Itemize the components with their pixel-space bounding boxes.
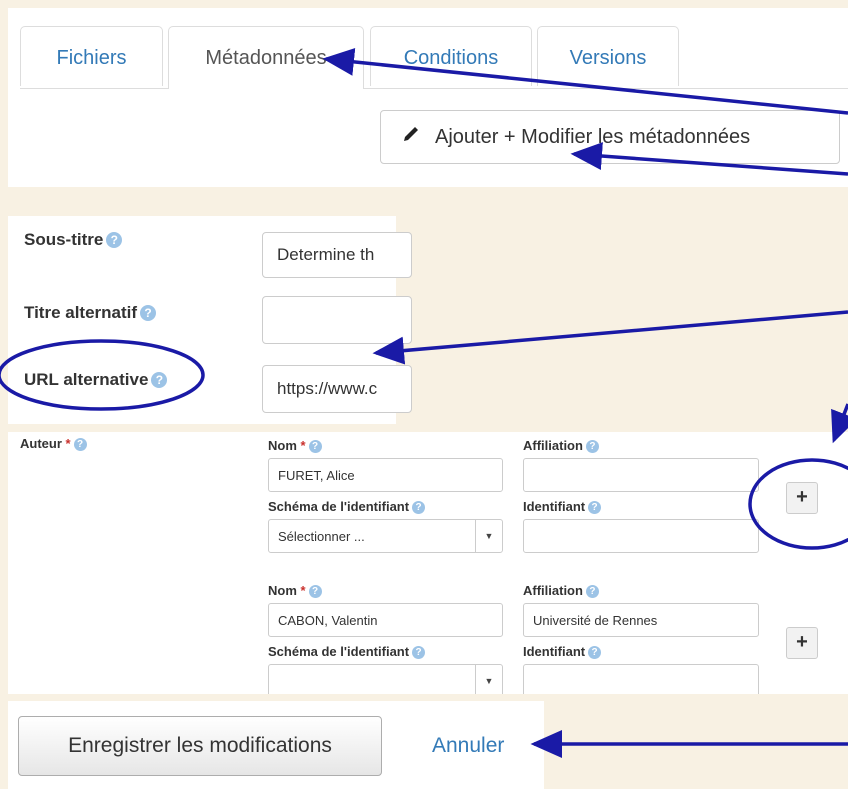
nom-label: Nom *? [268,583,322,598]
scheme-select[interactable]: Sélectionner ... ▼ [268,519,503,553]
help-icon[interactable]: ? [412,501,426,514]
edit-metadata-label: Ajouter + Modifier les métadonnées [435,125,751,148]
affiliation-input[interactable] [523,458,759,492]
identifier-label: Identifiant? [523,499,602,514]
metadata-form-panel: Sous-titre? Determine th Titre alternati… [8,216,412,424]
identifier-input[interactable] [523,519,759,553]
chevron-down-icon: ▼ [475,665,502,697]
help-icon[interactable]: ? [588,501,602,514]
help-icon[interactable]: ? [106,232,123,248]
cancel-link[interactable]: Annuler [432,734,504,758]
help-icon[interactable]: ? [308,440,322,453]
help-icon[interactable]: ? [585,585,599,598]
tab-versions[interactable]: Versions [537,26,679,86]
help-icon[interactable]: ? [308,585,322,598]
scheme-select[interactable]: ▼ [268,664,503,698]
subtitle-input[interactable]: Determine th [262,232,412,278]
nom-input[interactable]: CABON, Valentin [268,603,503,637]
alt-title-label: Titre alternatif? [24,303,157,323]
actions-panel: Enregistrer les modifications Annuler [8,701,544,789]
nom-label: Nom *? [268,438,322,453]
help-icon[interactable]: ? [140,305,157,321]
help-icon[interactable]: ? [151,372,168,388]
affiliation-label: Affiliation? [523,583,599,598]
nom-input[interactable]: FURET, Alice [268,458,503,492]
help-icon[interactable]: ? [412,646,426,659]
help-icon[interactable]: ? [73,438,87,451]
chevron-down-icon: ▼ [475,520,502,552]
tabs-panel: Fichiers Métadonnées Conditions Versions… [8,8,848,187]
authors-panel: Auteur *? Nom *? FURET, Alice Affiliatio… [8,432,848,698]
annotation-arrow [372,310,848,365]
affiliation-label: Affiliation? [523,438,599,453]
tab-bar: Fichiers Métadonnées Conditions Versions [20,26,848,89]
tab-conditions[interactable]: Conditions [370,26,532,86]
affiliation-input[interactable]: Université de Rennes [523,603,759,637]
identifier-input[interactable] [523,664,759,698]
scheme-label: Schéma de l'identifiant? [268,644,426,659]
add-author-button[interactable]: + [786,482,818,514]
pencil-icon [401,124,421,150]
author-label: Auteur *? [20,436,87,451]
tab-fichiers[interactable]: Fichiers [20,26,163,86]
edit-metadata-button[interactable]: Ajouter + Modifier les métadonnées [380,110,840,164]
scheme-label: Schéma de l'identifiant? [268,499,426,514]
save-button[interactable]: Enregistrer les modifications [18,716,382,776]
identifier-label: Identifiant? [523,644,602,659]
alt-title-input[interactable] [262,296,412,344]
panel-gap [0,694,848,701]
alt-url-input[interactable]: https://www.c [262,365,412,413]
subtitle-label: Sous-titre? [24,230,123,250]
help-icon[interactable]: ? [585,440,599,453]
help-icon[interactable]: ? [588,646,602,659]
tab-metadonnees[interactable]: Métadonnées [168,26,364,89]
add-author-button[interactable]: + [786,627,818,659]
alt-url-label: URL alternative? [24,370,168,390]
